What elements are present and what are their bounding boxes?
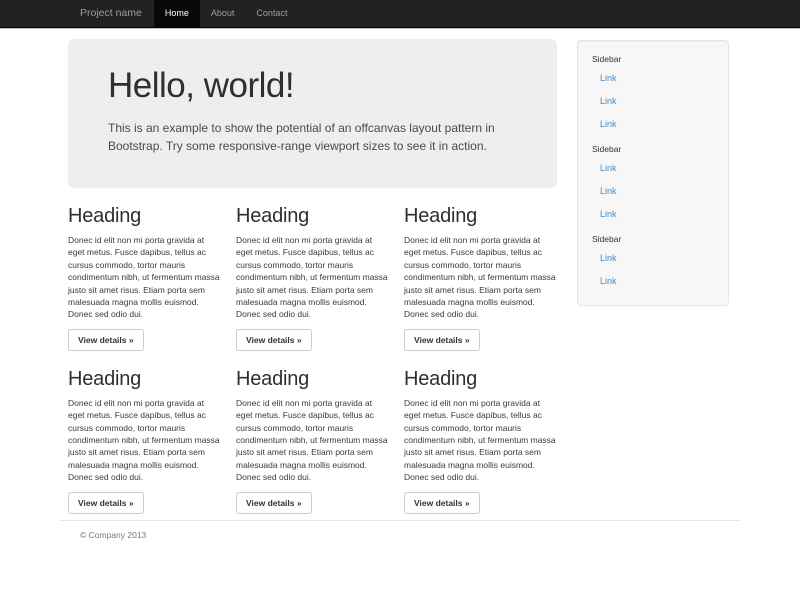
content-card: Heading Donec id elit non mi porta gravi…: [404, 351, 572, 514]
sidebar-link[interactable]: Link: [592, 157, 716, 180]
copyright-text: © Company 2013: [80, 530, 740, 540]
content-card: Heading Donec id elit non mi porta gravi…: [236, 351, 404, 514]
jumbotron-description: This is an example to show the potential…: [108, 119, 500, 155]
view-details-button[interactable]: View details »: [68, 492, 144, 514]
sidebar-column: SidebarLinkLinkLinkSidebarLinkLinkLinkSi…: [572, 28, 740, 306]
navbar-brand[interactable]: Project name: [60, 0, 154, 28]
content-card: Heading Donec id elit non mi porta gravi…: [68, 188, 236, 351]
navbar-menu: HomeAboutContact: [154, 0, 299, 28]
card-heading: Heading: [236, 204, 388, 228]
footer-divider: [60, 520, 740, 521]
view-details-button[interactable]: View details »: [404, 329, 480, 351]
content-row: Hello, world! This is an example to show…: [60, 28, 740, 514]
navbar-container: Project name HomeAboutContact: [60, 0, 740, 28]
card-heading: Heading: [68, 367, 220, 391]
cards-grid: Heading Donec id elit non mi porta gravi…: [68, 188, 572, 514]
content-card: Heading Donec id elit non mi porta gravi…: [68, 351, 236, 514]
nav-link-about[interactable]: About: [200, 0, 246, 27]
card-heading: Heading: [236, 367, 388, 391]
view-details-button[interactable]: View details »: [68, 329, 144, 351]
sidebar-link[interactable]: Link: [592, 203, 716, 226]
view-details-button[interactable]: View details »: [404, 492, 480, 514]
footer: © Company 2013: [60, 520, 740, 540]
nav-link-contact[interactable]: Contact: [245, 0, 298, 27]
view-details-button[interactable]: View details »: [236, 492, 312, 514]
sidebar-group-header: Sidebar: [592, 231, 716, 247]
sidebar-link[interactable]: Link: [592, 90, 716, 113]
sidebar-link[interactable]: Link: [592, 67, 716, 90]
nav-item-contact: Contact: [245, 0, 298, 28]
card-body-text: Donec id elit non mi porta gravida at eg…: [236, 397, 389, 484]
jumbotron: Hello, world! This is an example to show…: [68, 39, 557, 188]
nav-item-about: About: [200, 0, 246, 28]
main-column: Hello, world! This is an example to show…: [60, 28, 572, 514]
sidebar-group-header: Sidebar: [592, 141, 716, 157]
card-body-text: Donec id elit non mi porta gravida at eg…: [404, 234, 557, 321]
navbar: Project name HomeAboutContact: [0, 0, 800, 28]
sidebar-link[interactable]: Link: [592, 113, 716, 136]
sidebar-group: SidebarLinkLinkLink: [592, 51, 716, 136]
card-body-text: Donec id elit non mi porta gravida at eg…: [236, 234, 389, 321]
card-body-text: Donec id elit non mi porta gravida at eg…: [404, 397, 557, 484]
page-container: Hello, world! This is an example to show…: [60, 28, 740, 540]
content-card: Heading Donec id elit non mi porta gravi…: [404, 188, 572, 351]
sidebar-group-header: Sidebar: [592, 51, 716, 67]
sidebar-link[interactable]: Link: [592, 180, 716, 203]
card-body-text: Donec id elit non mi porta gravida at eg…: [68, 234, 221, 321]
view-details-button[interactable]: View details »: [236, 329, 312, 351]
card-heading: Heading: [68, 204, 220, 228]
card-body-text: Donec id elit non mi porta gravida at eg…: [68, 397, 221, 484]
nav-item-home: Home: [154, 0, 200, 28]
nav-link-home[interactable]: Home: [154, 0, 200, 27]
sidebar-well: SidebarLinkLinkLinkSidebarLinkLinkLinkSi…: [577, 40, 729, 306]
sidebar-link[interactable]: Link: [592, 270, 716, 293]
content-card: Heading Donec id elit non mi porta gravi…: [236, 188, 404, 351]
sidebar-group: SidebarLinkLinkLink: [592, 141, 716, 226]
jumbotron-title: Hello, world!: [108, 66, 517, 106]
sidebar-group: SidebarLinkLink: [592, 231, 716, 293]
sidebar-link[interactable]: Link: [592, 247, 716, 270]
card-heading: Heading: [404, 204, 556, 228]
card-heading: Heading: [404, 367, 556, 391]
